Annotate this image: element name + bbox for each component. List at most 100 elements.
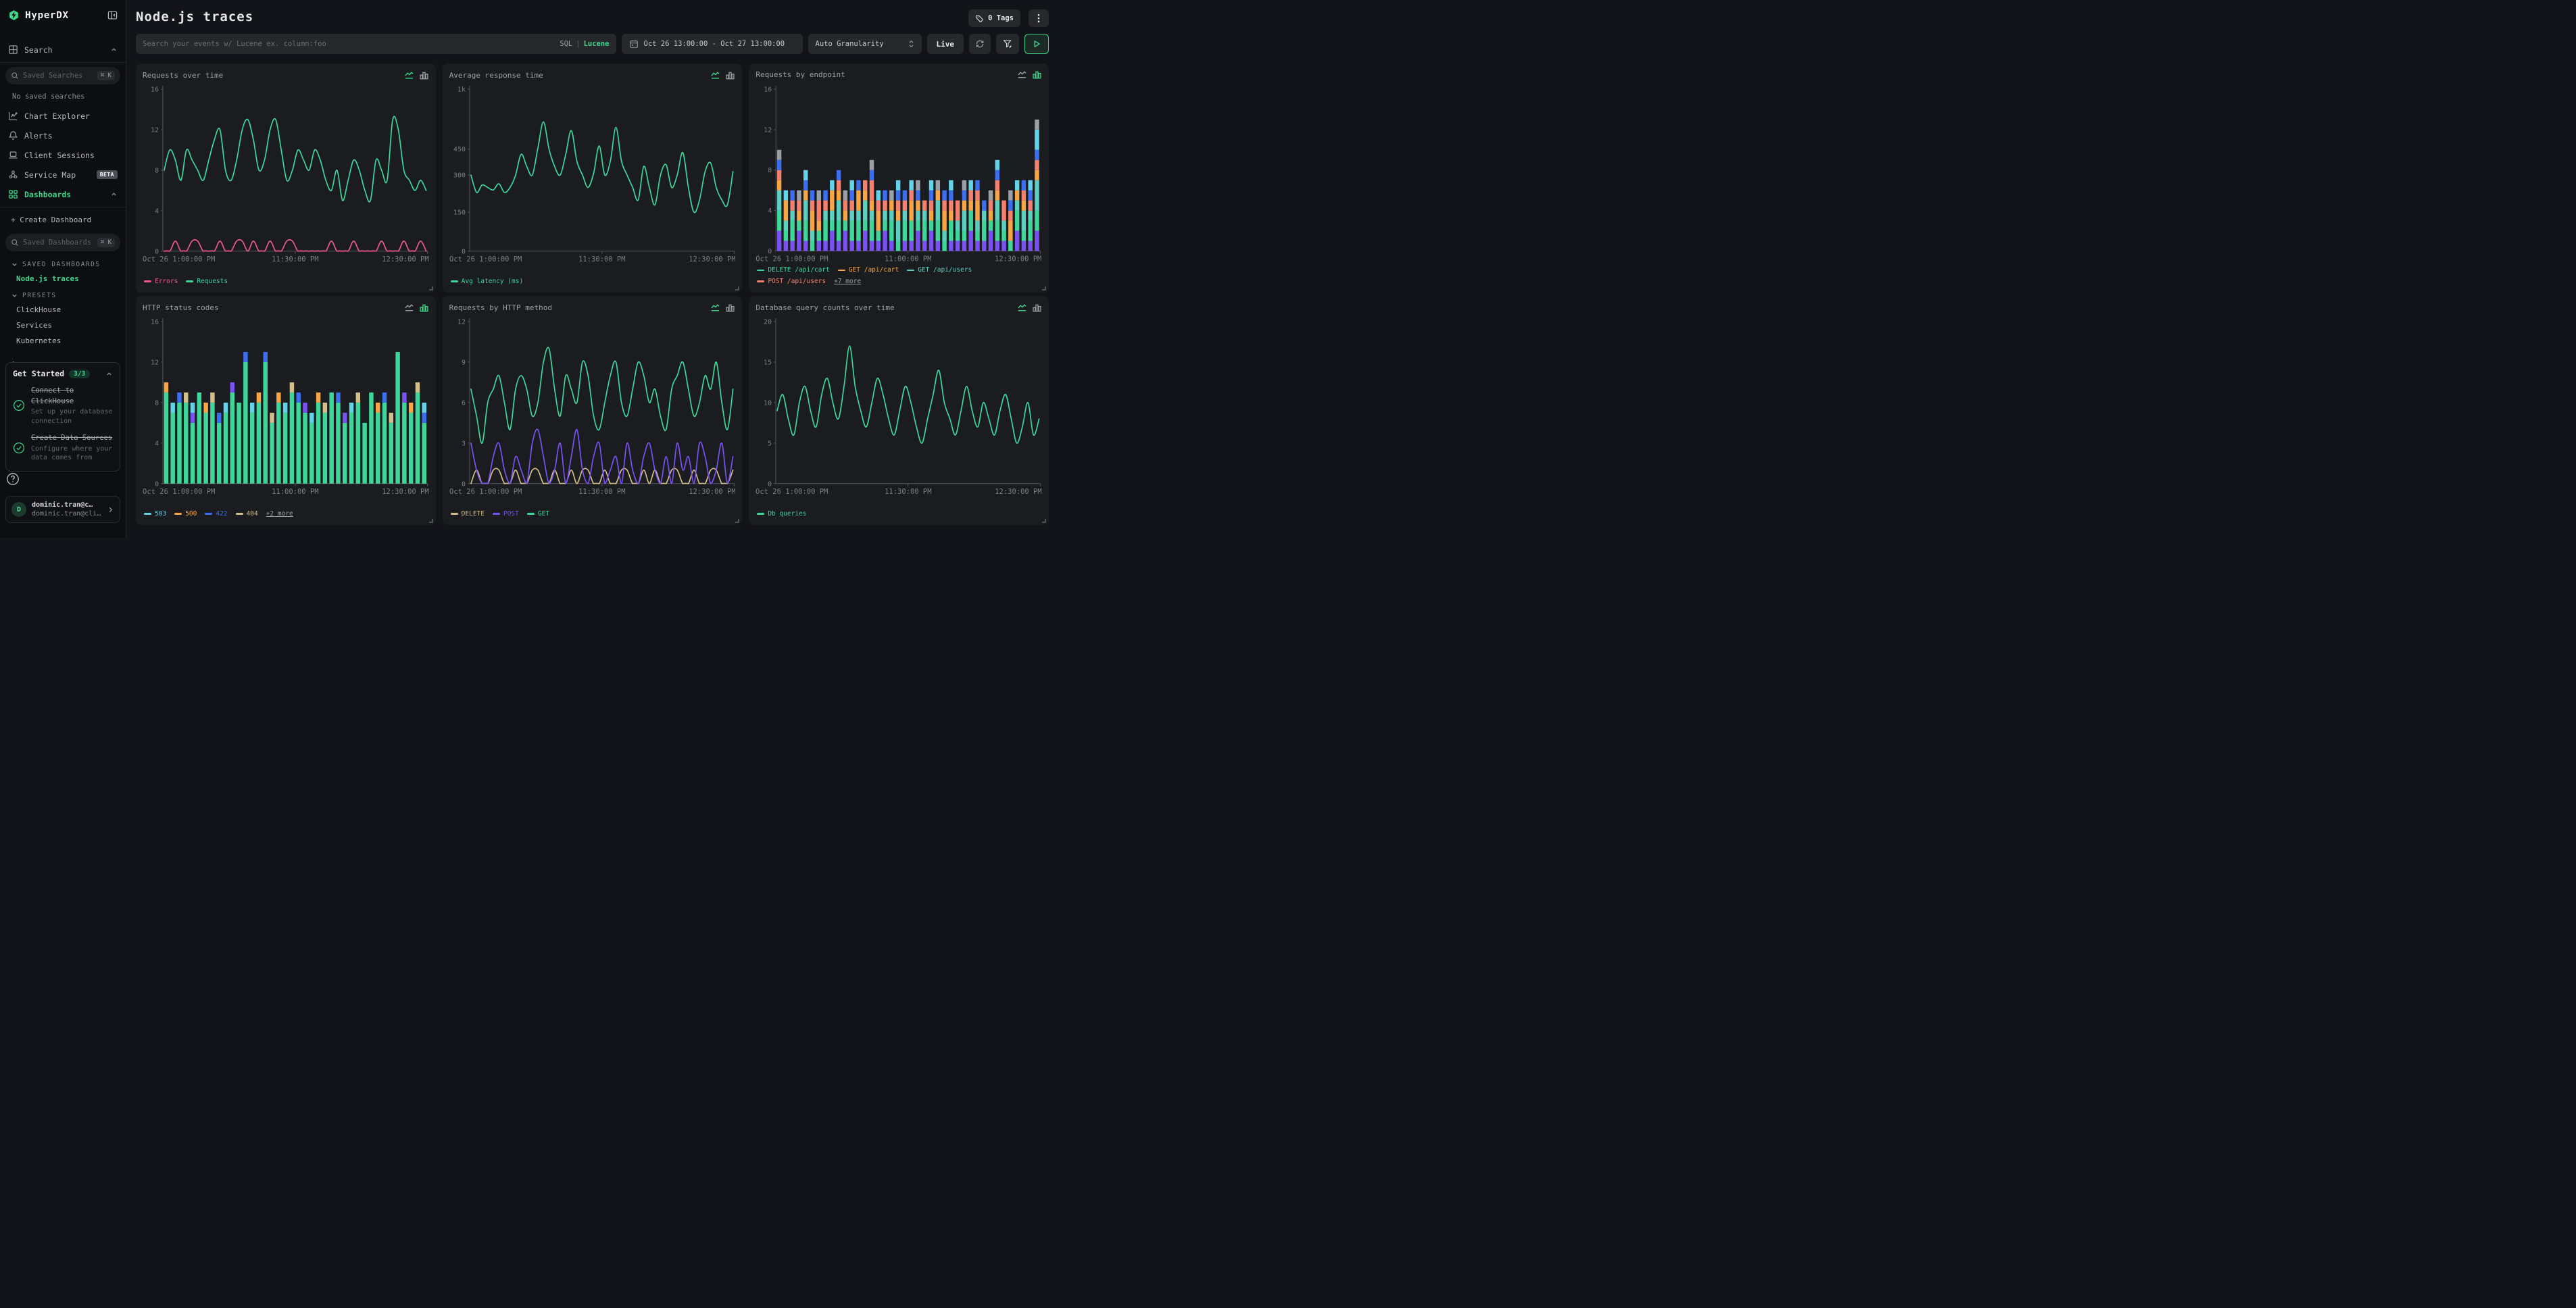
legend-swatch xyxy=(451,280,458,282)
legend-item[interactable]: GET /api/users xyxy=(907,266,972,274)
bar-chart-toggle-icon[interactable] xyxy=(725,70,735,80)
svg-text:Oct 26 1:00:00 PM: Oct 26 1:00:00 PM xyxy=(449,255,522,263)
preset-link-services[interactable]: Services xyxy=(0,318,126,333)
sql-toggle[interactable]: SQL xyxy=(560,40,572,48)
granularity-select[interactable]: Auto Granularity xyxy=(808,34,922,54)
legend-item[interactable]: 503 xyxy=(144,509,166,518)
svg-text:11:00:00 PM: 11:00:00 PM xyxy=(272,488,318,496)
event-search-box[interactable]: SQL|Lucene xyxy=(136,34,616,54)
sidebar-item-client-sessions[interactable]: Client Sessions xyxy=(0,145,126,165)
collapse-sidebar-icon[interactable] xyxy=(107,10,118,20)
sidebar-item-search[interactable]: Search xyxy=(0,40,126,59)
legend-swatch xyxy=(527,513,535,515)
resize-handle-icon[interactable] xyxy=(428,285,433,291)
preset-link-clickhouse[interactable]: ClickHouse xyxy=(0,302,126,318)
sidebar-item-label: Dashboards xyxy=(24,190,104,199)
date-range-picker[interactable]: Oct 26 13:00:00 - Oct 27 13:00:00 xyxy=(622,34,803,54)
get-started-item-title: Create Data Sources xyxy=(31,434,112,442)
tags-label: 0 Tags xyxy=(988,14,1014,22)
legend-item[interactable]: 404 xyxy=(236,509,258,518)
legend-item[interactable]: 500 xyxy=(174,509,197,518)
date-range-value: Oct 26 13:00:00 - Oct 27 13:00:00 xyxy=(644,40,785,48)
group-saved-dashboards[interactable]: SAVED DASHBOARDS xyxy=(0,255,126,271)
legend-item[interactable]: Requests xyxy=(186,277,228,286)
line-chart-toggle-icon[interactable] xyxy=(710,70,720,80)
user-menu[interactable]: D dominic.tran@c… dominic.tran@cli… xyxy=(5,496,120,523)
svg-text:0: 0 xyxy=(462,248,466,255)
line-chart-toggle-icon[interactable] xyxy=(1017,70,1027,80)
bar-chart-toggle-icon[interactable] xyxy=(725,303,735,313)
svg-text:11:30:00 PM: 11:30:00 PM xyxy=(578,255,625,263)
run-query-button[interactable] xyxy=(1024,34,1049,54)
sidebar-item-chart-explorer[interactable]: Chart Explorer xyxy=(0,106,126,126)
legend-more-link[interactable]: +7 more xyxy=(834,277,861,286)
live-button[interactable]: Live xyxy=(927,34,964,54)
svg-text:0: 0 xyxy=(462,480,466,488)
chevron-up-icon[interactable] xyxy=(110,191,118,198)
divider xyxy=(0,62,126,63)
search-section-icon xyxy=(8,45,18,55)
user-name: dominic.tran@c… xyxy=(32,501,101,509)
legend-swatch xyxy=(174,513,182,515)
dashboard-link-nodejs-traces[interactable]: Node.js traces xyxy=(0,271,126,286)
line-chart-toggle-icon[interactable] xyxy=(710,303,720,313)
legend-item[interactable]: DELETE xyxy=(451,509,485,518)
resize-handle-icon[interactable] xyxy=(1041,285,1046,291)
svg-text:15: 15 xyxy=(764,359,772,366)
legend-item[interactable]: Avg latency (ms) xyxy=(451,277,524,286)
legend-item[interactable]: GET /api/cart xyxy=(838,266,899,274)
service-map-icon xyxy=(8,170,18,180)
tags-button[interactable]: 0 Tags xyxy=(968,9,1020,27)
more-menu-button[interactable] xyxy=(1029,9,1049,27)
legend-item[interactable]: GET xyxy=(527,509,549,518)
saved-searches-box[interactable]: ⌘ K xyxy=(5,67,120,84)
legend-item[interactable]: POST /api/users xyxy=(757,277,826,286)
chevron-up-icon[interactable] xyxy=(110,46,118,53)
bar-chart-toggle-icon[interactable] xyxy=(419,303,429,313)
get-started-item[interactable]: Connect to ClickHouse Set up your databa… xyxy=(13,385,113,426)
refresh-button[interactable] xyxy=(969,34,991,54)
resize-handle-icon[interactable] xyxy=(1041,518,1046,523)
resize-handle-icon[interactable] xyxy=(734,518,739,523)
preset-link-kubernetes[interactable]: Kubernetes xyxy=(0,333,126,349)
saved-dashboards-box[interactable]: ⌘ K xyxy=(5,234,120,251)
legend-swatch xyxy=(144,280,151,282)
line-chart-toggle-icon[interactable] xyxy=(404,70,414,80)
line-chart-toggle-icon[interactable] xyxy=(1017,303,1027,313)
legend-label: 422 xyxy=(216,509,227,518)
help-button[interactable] xyxy=(5,472,20,486)
saved-searches-input[interactable] xyxy=(23,72,93,80)
legend-item[interactable]: POST xyxy=(493,509,519,518)
filter-edit-button[interactable] xyxy=(996,34,1019,54)
chart-type-toggles xyxy=(710,303,735,313)
resize-handle-icon[interactable] xyxy=(428,518,433,523)
svg-text:4: 4 xyxy=(155,440,159,447)
svg-text:11:30:00 PM: 11:30:00 PM xyxy=(272,255,318,263)
bar-chart-toggle-icon[interactable] xyxy=(1032,70,1042,80)
legend-item[interactable]: Errors xyxy=(144,277,178,286)
line-chart-toggle-icon[interactable] xyxy=(404,303,414,313)
group-presets[interactable]: PRESETS xyxy=(0,286,126,302)
resize-handle-icon[interactable] xyxy=(734,285,739,291)
sidebar-item-alerts[interactable]: Alerts xyxy=(0,126,126,145)
chevron-up-icon[interactable] xyxy=(105,370,113,378)
create-dashboard-button[interactable]: + Create Dashboard xyxy=(0,210,126,230)
event-search-input[interactable] xyxy=(143,40,554,48)
get-started-header[interactable]: Get Started 3/3 xyxy=(13,369,113,378)
legend-more-link[interactable]: +2 more xyxy=(266,509,293,518)
chart-title: Database query counts over time xyxy=(756,303,1017,312)
lucene-toggle[interactable]: Lucene xyxy=(584,40,610,48)
sidebar-item-dashboards[interactable]: Dashboards xyxy=(0,184,126,204)
group-label: PRESETS xyxy=(22,292,57,299)
legend-item[interactable]: Db queries xyxy=(757,509,806,518)
bar-chart-toggle-icon[interactable] xyxy=(419,70,429,80)
legend-item[interactable]: 422 xyxy=(205,509,227,518)
svg-text:Oct 26 1:00:00 PM: Oct 26 1:00:00 PM xyxy=(143,255,215,263)
brand-name: HyperDX xyxy=(25,10,102,21)
get-started-item[interactable]: Create Data Sources Configure where your… xyxy=(13,432,113,463)
legend-item[interactable]: DELETE /api/cart xyxy=(757,266,830,274)
legend-label: Db queries xyxy=(768,509,806,518)
saved-dashboards-input[interactable] xyxy=(23,238,93,247)
sidebar-item-service-map[interactable]: Service Map BETA xyxy=(0,165,126,184)
bar-chart-toggle-icon[interactable] xyxy=(1032,303,1042,313)
